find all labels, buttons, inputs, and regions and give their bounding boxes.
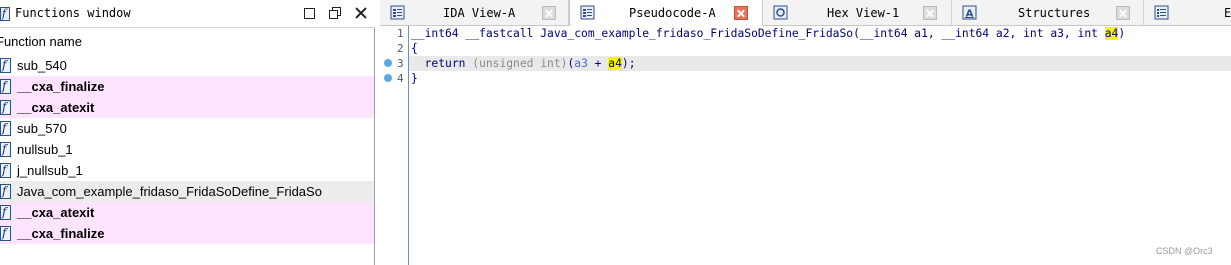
ida-view-icon (390, 5, 405, 20)
function-name: __cxa_finalize (17, 226, 105, 241)
line-number: 3 (397, 57, 404, 70)
code-line-4[interactable]: } (409, 71, 1231, 86)
line-number: 1 (397, 27, 404, 40)
code-token: + (587, 57, 609, 70)
view-tab-bar: IDA View-A Pseudocode-A Hex View-1 A Str… (380, 0, 1231, 27)
function-name: nullsub_1 (17, 142, 73, 157)
code-token: { (411, 42, 418, 55)
cast-token: (unsigned int) (472, 57, 568, 70)
tab-hex-view-1[interactable]: Hex View-1 (763, 0, 952, 26)
tab-enums[interactable]: E (1144, 0, 1231, 26)
close-tab-icon[interactable] (542, 6, 556, 20)
code-line-1[interactable]: __int64 __fastcall Java_com_example_frid… (409, 26, 1231, 41)
column-header-function-name[interactable]: Function name (0, 34, 82, 49)
functions-window-title: Functions window (15, 6, 131, 20)
tab-structures[interactable]: A Structures (952, 0, 1144, 26)
function-f-icon: f (0, 184, 11, 199)
functions-window: f Functions window Function name f sub_5… (0, 0, 375, 265)
function-name: sub_570 (17, 121, 67, 136)
tab-label: E (1224, 6, 1231, 20)
line-number: 2 (397, 42, 404, 55)
pseudocode-icon (580, 5, 595, 20)
tab-pseudocode-a[interactable]: Pseudocode-A (569, 0, 763, 27)
breakpoint-dot-icon[interactable] (384, 74, 392, 82)
function-name: j_nullsub_1 (17, 163, 83, 178)
function-row[interactable]: f sub_540 (0, 55, 374, 76)
line-number-gutter: 1 2 3 4 (380, 26, 409, 265)
function-f-icon: f (0, 205, 11, 220)
function-signature: __int64 __fastcall Java_com_example_frid… (411, 27, 1105, 40)
code-token: ); (621, 57, 636, 70)
hex-view-icon (773, 5, 788, 20)
function-f-icon: f (0, 100, 11, 115)
function-row-selected[interactable]: f Java_com_example_fridaso_FridaSoDefine… (0, 181, 374, 202)
enums-icon (1154, 5, 1169, 20)
function-list: f sub_540 f __cxa_finalize f __cxa_atexi… (0, 55, 374, 244)
function-f-icon: f (0, 142, 11, 157)
pseudocode-view[interactable]: 1 2 3 4 __int64 __fastcall Java_com_exam… (380, 26, 1231, 265)
tab-label: Structures (1018, 6, 1091, 20)
functions-window-titlebar: f Functions window (0, 0, 375, 28)
function-row[interactable]: f __cxa_atexit (0, 97, 374, 118)
function-row[interactable]: f __cxa_finalize (0, 76, 374, 97)
function-f-icon: f (0, 79, 11, 94)
function-f-icon: f (0, 121, 11, 136)
breakpoint-dot-icon[interactable] (384, 59, 392, 67)
function-row[interactable]: f sub_570 (0, 118, 374, 139)
line-number: 4 (397, 72, 404, 85)
close-tab-icon[interactable] (923, 6, 937, 20)
highlighted-identifier[interactable]: a4 (1104, 27, 1119, 40)
function-row[interactable]: f __cxa_finalize (0, 223, 374, 244)
function-row[interactable]: f nullsub_1 (0, 139, 374, 160)
watermark: CSDN @Orc3 (1156, 246, 1213, 256)
function-name: __cxa_finalize (17, 79, 105, 94)
function-row[interactable]: f j_nullsub_1 (0, 160, 374, 181)
maximize-icon[interactable] (302, 6, 316, 20)
keyword-return: return (424, 57, 466, 70)
code-line-3-current[interactable]: return (unsigned int)(a3 + a4); (409, 56, 1231, 71)
tab-ida-view-a[interactable]: IDA View-A (380, 0, 569, 26)
code-token: } (411, 72, 418, 85)
tab-label: Pseudocode-A (629, 6, 716, 20)
function-f-icon: f (0, 226, 11, 241)
variable-a3[interactable]: a3 (574, 57, 588, 70)
code-token: ) (1118, 27, 1126, 40)
function-f-icon: f (0, 7, 10, 21)
function-row[interactable]: f __cxa_atexit (0, 202, 374, 223)
function-name: Java_com_example_fridaso_FridaSoDefine_F… (17, 184, 322, 199)
function-name: __cxa_atexit (17, 100, 95, 115)
code-line-2[interactable]: { (409, 41, 1231, 56)
function-f-icon: f (0, 58, 11, 73)
function-f-icon: f (0, 163, 11, 178)
function-name: sub_540 (17, 58, 67, 73)
close-tab-icon[interactable] (1116, 6, 1130, 20)
tab-label: Hex View-1 (827, 6, 900, 20)
highlighted-identifier[interactable]: a4 (608, 57, 622, 70)
tab-label: IDA View-A (443, 6, 516, 20)
close-tab-icon[interactable] (734, 6, 748, 20)
close-icon[interactable] (354, 6, 368, 20)
restore-icon[interactable] (328, 6, 342, 20)
function-name: __cxa_atexit (17, 205, 95, 220)
structures-icon: A (962, 5, 977, 20)
